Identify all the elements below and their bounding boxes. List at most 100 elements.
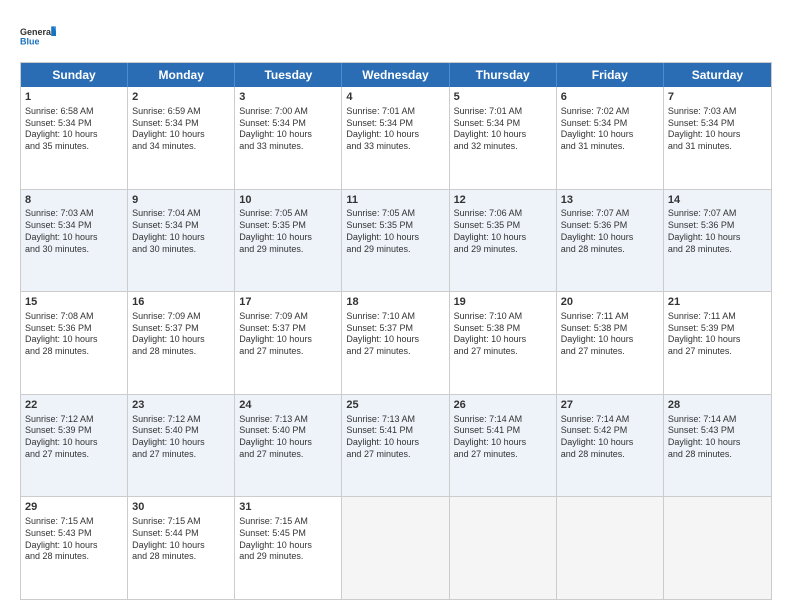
cell-info: Sunrise: 7:14 AMSunset: 5:42 PMDaylight:…	[561, 414, 659, 461]
day-number: 9	[132, 193, 230, 208]
cell-info: Sunrise: 7:12 AMSunset: 5:39 PMDaylight:…	[25, 414, 123, 461]
calendar-cell: 25Sunrise: 7:13 AMSunset: 5:41 PMDayligh…	[342, 395, 449, 497]
svg-text:General: General	[20, 27, 54, 37]
day-number: 13	[561, 193, 659, 208]
day-number: 21	[668, 295, 767, 310]
cell-info: Sunrise: 7:05 AMSunset: 5:35 PMDaylight:…	[346, 208, 444, 255]
calendar-cell: 27Sunrise: 7:14 AMSunset: 5:42 PMDayligh…	[557, 395, 664, 497]
cell-info: Sunrise: 7:07 AMSunset: 5:36 PMDaylight:…	[561, 208, 659, 255]
header-day-friday: Friday	[557, 63, 664, 87]
day-number: 14	[668, 193, 767, 208]
calendar-cell: 8Sunrise: 7:03 AMSunset: 5:34 PMDaylight…	[21, 190, 128, 292]
day-number: 2	[132, 90, 230, 105]
day-number: 10	[239, 193, 337, 208]
calendar-cell: 30Sunrise: 7:15 AMSunset: 5:44 PMDayligh…	[128, 497, 235, 599]
cell-info: Sunrise: 7:04 AMSunset: 5:34 PMDaylight:…	[132, 208, 230, 255]
calendar-cell: 28Sunrise: 7:14 AMSunset: 5:43 PMDayligh…	[664, 395, 771, 497]
calendar-row-3: 15Sunrise: 7:08 AMSunset: 5:36 PMDayligh…	[21, 291, 771, 394]
calendar-cell: 24Sunrise: 7:13 AMSunset: 5:40 PMDayligh…	[235, 395, 342, 497]
calendar-cell: 14Sunrise: 7:07 AMSunset: 5:36 PMDayligh…	[664, 190, 771, 292]
svg-text:Blue: Blue	[20, 36, 40, 46]
header-day-saturday: Saturday	[664, 63, 771, 87]
cell-info: Sunrise: 7:07 AMSunset: 5:36 PMDaylight:…	[668, 208, 767, 255]
cell-info: Sunrise: 7:00 AMSunset: 5:34 PMDaylight:…	[239, 106, 337, 153]
header-day-thursday: Thursday	[450, 63, 557, 87]
day-number: 7	[668, 90, 767, 105]
day-number: 27	[561, 398, 659, 413]
day-number: 17	[239, 295, 337, 310]
calendar-header: SundayMondayTuesdayWednesdayThursdayFrid…	[21, 63, 771, 87]
calendar-cell: 22Sunrise: 7:12 AMSunset: 5:39 PMDayligh…	[21, 395, 128, 497]
day-number: 29	[25, 500, 123, 515]
logo: General Blue	[20, 18, 56, 54]
cell-info: Sunrise: 7:09 AMSunset: 5:37 PMDaylight:…	[132, 311, 230, 358]
calendar-cell: 9Sunrise: 7:04 AMSunset: 5:34 PMDaylight…	[128, 190, 235, 292]
header: General Blue	[20, 18, 772, 54]
cell-info: Sunrise: 7:02 AMSunset: 5:34 PMDaylight:…	[561, 106, 659, 153]
calendar-cell: 23Sunrise: 7:12 AMSunset: 5:40 PMDayligh…	[128, 395, 235, 497]
calendar-cell: 11Sunrise: 7:05 AMSunset: 5:35 PMDayligh…	[342, 190, 449, 292]
cell-info: Sunrise: 6:59 AMSunset: 5:34 PMDaylight:…	[132, 106, 230, 153]
header-day-tuesday: Tuesday	[235, 63, 342, 87]
cell-info: Sunrise: 7:03 AMSunset: 5:34 PMDaylight:…	[25, 208, 123, 255]
calendar-cell: 3Sunrise: 7:00 AMSunset: 5:34 PMDaylight…	[235, 87, 342, 189]
header-day-sunday: Sunday	[21, 63, 128, 87]
day-number: 19	[454, 295, 552, 310]
calendar-cell: 2Sunrise: 6:59 AMSunset: 5:34 PMDaylight…	[128, 87, 235, 189]
day-number: 24	[239, 398, 337, 413]
calendar-cell: 26Sunrise: 7:14 AMSunset: 5:41 PMDayligh…	[450, 395, 557, 497]
day-number: 30	[132, 500, 230, 515]
calendar-cell	[664, 497, 771, 599]
day-number: 4	[346, 90, 444, 105]
cell-info: Sunrise: 7:10 AMSunset: 5:37 PMDaylight:…	[346, 311, 444, 358]
calendar-cell: 31Sunrise: 7:15 AMSunset: 5:45 PMDayligh…	[235, 497, 342, 599]
calendar-row-5: 29Sunrise: 7:15 AMSunset: 5:43 PMDayligh…	[21, 496, 771, 599]
cell-info: Sunrise: 7:12 AMSunset: 5:40 PMDaylight:…	[132, 414, 230, 461]
calendar-cell	[342, 497, 449, 599]
cell-info: Sunrise: 6:58 AMSunset: 5:34 PMDaylight:…	[25, 106, 123, 153]
calendar-cell: 17Sunrise: 7:09 AMSunset: 5:37 PMDayligh…	[235, 292, 342, 394]
calendar-row-2: 8Sunrise: 7:03 AMSunset: 5:34 PMDaylight…	[21, 189, 771, 292]
page: General Blue SundayMondayTuesdayWednesda…	[0, 0, 792, 612]
day-number: 25	[346, 398, 444, 413]
cell-info: Sunrise: 7:09 AMSunset: 5:37 PMDaylight:…	[239, 311, 337, 358]
calendar-cell: 16Sunrise: 7:09 AMSunset: 5:37 PMDayligh…	[128, 292, 235, 394]
day-number: 22	[25, 398, 123, 413]
calendar-cell: 13Sunrise: 7:07 AMSunset: 5:36 PMDayligh…	[557, 190, 664, 292]
cell-info: Sunrise: 7:14 AMSunset: 5:41 PMDaylight:…	[454, 414, 552, 461]
cell-info: Sunrise: 7:06 AMSunset: 5:35 PMDaylight:…	[454, 208, 552, 255]
calendar-cell: 21Sunrise: 7:11 AMSunset: 5:39 PMDayligh…	[664, 292, 771, 394]
cell-info: Sunrise: 7:01 AMSunset: 5:34 PMDaylight:…	[454, 106, 552, 153]
day-number: 1	[25, 90, 123, 105]
calendar-cell: 20Sunrise: 7:11 AMSunset: 5:38 PMDayligh…	[557, 292, 664, 394]
calendar-cell: 10Sunrise: 7:05 AMSunset: 5:35 PMDayligh…	[235, 190, 342, 292]
cell-info: Sunrise: 7:15 AMSunset: 5:44 PMDaylight:…	[132, 516, 230, 563]
cell-info: Sunrise: 7:03 AMSunset: 5:34 PMDaylight:…	[668, 106, 767, 153]
calendar-cell: 7Sunrise: 7:03 AMSunset: 5:34 PMDaylight…	[664, 87, 771, 189]
day-number: 26	[454, 398, 552, 413]
header-day-wednesday: Wednesday	[342, 63, 449, 87]
cell-info: Sunrise: 7:14 AMSunset: 5:43 PMDaylight:…	[668, 414, 767, 461]
calendar-cell: 19Sunrise: 7:10 AMSunset: 5:38 PMDayligh…	[450, 292, 557, 394]
cell-info: Sunrise: 7:01 AMSunset: 5:34 PMDaylight:…	[346, 106, 444, 153]
cell-info: Sunrise: 7:15 AMSunset: 5:45 PMDaylight:…	[239, 516, 337, 563]
calendar-cell: 29Sunrise: 7:15 AMSunset: 5:43 PMDayligh…	[21, 497, 128, 599]
cell-info: Sunrise: 7:13 AMSunset: 5:40 PMDaylight:…	[239, 414, 337, 461]
day-number: 12	[454, 193, 552, 208]
day-number: 5	[454, 90, 552, 105]
day-number: 18	[346, 295, 444, 310]
day-number: 20	[561, 295, 659, 310]
cell-info: Sunrise: 7:11 AMSunset: 5:38 PMDaylight:…	[561, 311, 659, 358]
day-number: 23	[132, 398, 230, 413]
cell-info: Sunrise: 7:05 AMSunset: 5:35 PMDaylight:…	[239, 208, 337, 255]
day-number: 8	[25, 193, 123, 208]
calendar-cell	[557, 497, 664, 599]
calendar-cell	[450, 497, 557, 599]
calendar-cell: 12Sunrise: 7:06 AMSunset: 5:35 PMDayligh…	[450, 190, 557, 292]
calendar-cell: 6Sunrise: 7:02 AMSunset: 5:34 PMDaylight…	[557, 87, 664, 189]
cell-info: Sunrise: 7:10 AMSunset: 5:38 PMDaylight:…	[454, 311, 552, 358]
calendar-cell: 1Sunrise: 6:58 AMSunset: 5:34 PMDaylight…	[21, 87, 128, 189]
logo-svg: General Blue	[20, 18, 56, 54]
calendar-cell: 5Sunrise: 7:01 AMSunset: 5:34 PMDaylight…	[450, 87, 557, 189]
cell-info: Sunrise: 7:08 AMSunset: 5:36 PMDaylight:…	[25, 311, 123, 358]
